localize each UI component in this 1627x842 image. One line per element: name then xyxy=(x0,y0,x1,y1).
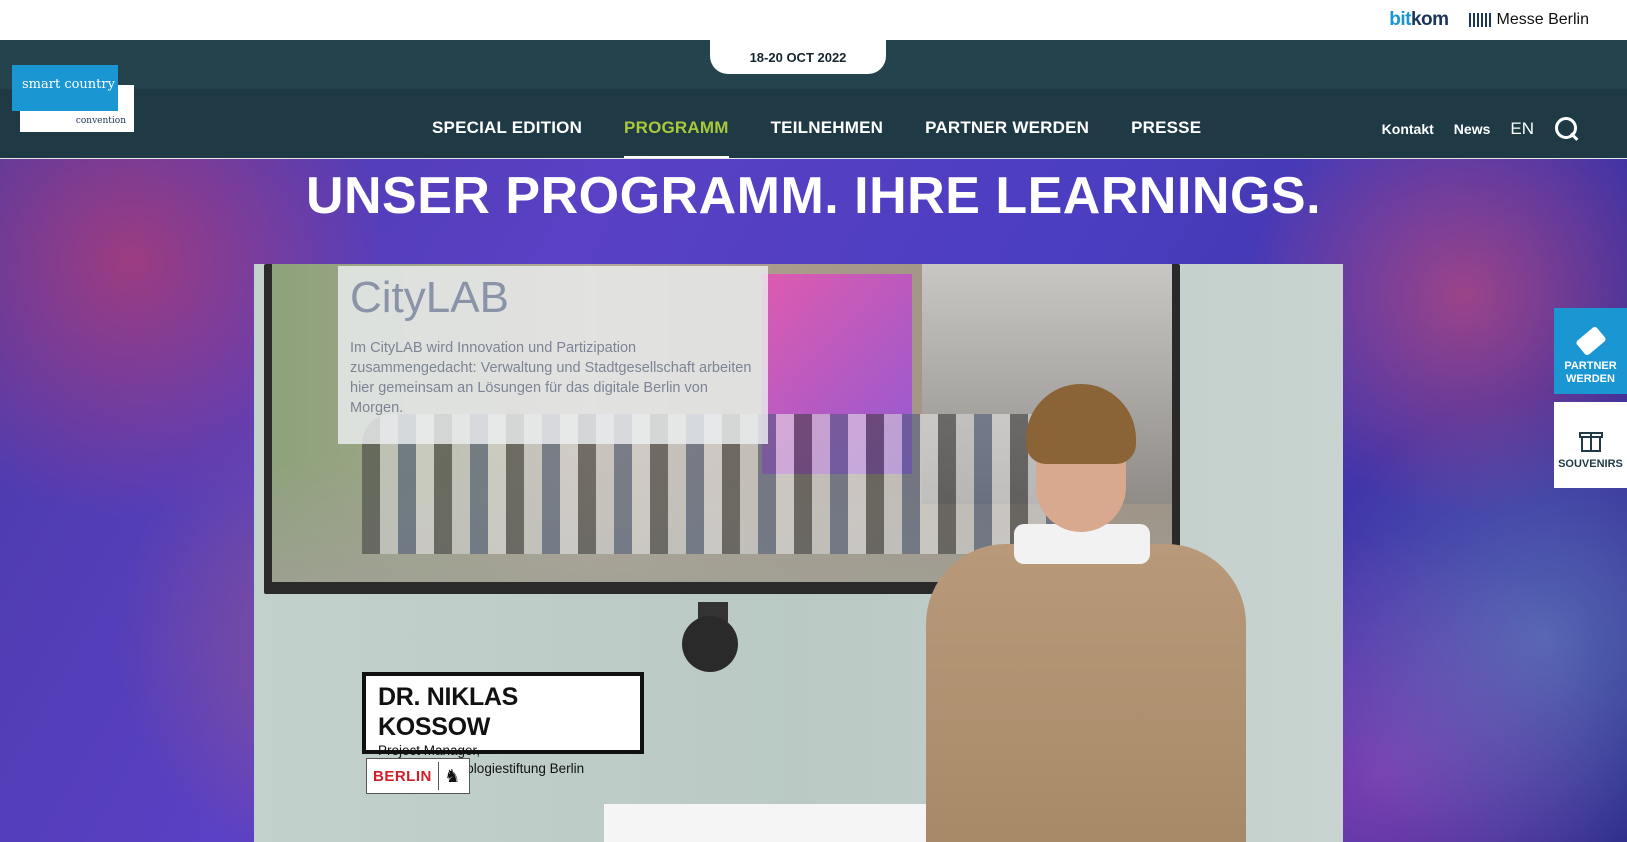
speaker-name: DR. NIKLAS KOSSOW xyxy=(378,683,519,741)
messe-mark-icon xyxy=(1468,13,1491,27)
messe-berlin-logo[interactable]: Messe Berlin xyxy=(1468,11,1589,29)
language-switch[interactable]: EN xyxy=(1510,119,1534,139)
berlin-bear-icon: ♞ xyxy=(437,762,466,790)
bitkom-logo-part2: kom xyxy=(1410,9,1449,30)
tv-info-panel: CityLAB Im CityLAB wird Innovation und P… xyxy=(338,266,768,444)
kontakt-link[interactable]: Kontakt xyxy=(1382,121,1434,137)
event-date-tab: 18-20 OCT 2022 xyxy=(710,40,886,74)
speaker-nameplate: DR. NIKLAS KOSSOW Project Manager, CityL… xyxy=(362,672,644,776)
hero-title: UNSER PROGRAMM. IHRE LEARNINGS. xyxy=(305,167,1322,225)
hero-video[interactable]: CityLAB Im CityLAB wird Innovation und P… xyxy=(254,264,1343,842)
bitkom-logo[interactable]: bitkom xyxy=(1389,9,1449,31)
nav-presse[interactable]: PRESSE xyxy=(1131,118,1201,158)
partner-logos: bitkom Messe Berlin xyxy=(1389,9,1589,31)
side-souvenirs-label: SOUVENIRS xyxy=(1558,458,1623,470)
news-link[interactable]: News xyxy=(1454,121,1491,137)
side-souvenirs-button[interactable]: SOUVENIRS xyxy=(1554,402,1627,488)
tv-panel-text: Im CityLAB wird Innovation und Partizipa… xyxy=(350,340,752,416)
messe-berlin-label: Messe Berlin xyxy=(1496,11,1589,28)
utility-nav: Kontakt News EN xyxy=(1382,116,1580,142)
main-nav: SPECIAL EDITION PROGRAMM TEILNEHMEN PART… xyxy=(432,118,1201,159)
nav-special-edition[interactable]: SPECIAL EDITION xyxy=(432,118,582,158)
camera-icon xyxy=(678,602,742,672)
eraser-icon xyxy=(1574,325,1607,357)
bitkom-logo-part1: bit xyxy=(1389,9,1411,30)
search-icon[interactable] xyxy=(1554,116,1580,142)
nav-teilnehmen[interactable]: TEILNEHMEN xyxy=(771,118,884,158)
logo-subtitle: convention xyxy=(75,116,126,126)
nav-programm[interactable]: PROGRAMM xyxy=(624,118,729,159)
nav-partner-werden[interactable]: PARTNER WERDEN xyxy=(925,118,1089,158)
berlin-badge: BERLIN ♞ xyxy=(366,758,470,794)
side-partner-button[interactable]: PARTNER WERDEN xyxy=(1554,308,1627,394)
side-partner-line2: WERDEN xyxy=(1566,373,1615,385)
side-partner-line1: PARTNER xyxy=(1564,360,1617,372)
berlin-badge-label: BERLIN xyxy=(373,767,432,785)
logo-blue-plate: smart country xyxy=(12,65,118,111)
tv-panel-title: CityLAB xyxy=(350,273,509,322)
top-bar: bitkom Messe Berlin xyxy=(0,0,1627,40)
gift-icon xyxy=(1578,428,1603,452)
smart-country-logo[interactable]: convention smart country xyxy=(12,65,134,132)
speaker-figure xyxy=(926,384,1246,842)
